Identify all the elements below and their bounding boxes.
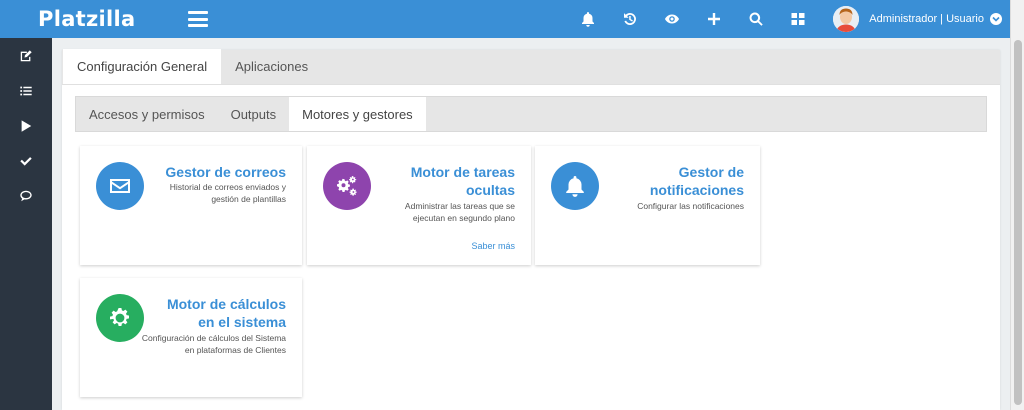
bell-icon[interactable] — [567, 0, 609, 38]
card-title: Motor de cálculos en el sistema — [166, 296, 286, 330]
card-motor-de-calculos[interactable]: Motor de cálculos en el sistema Configur… — [80, 278, 302, 397]
avatar — [833, 6, 860, 32]
scrollbar-thumb[interactable] — [1014, 40, 1022, 405]
card-title: Gestor de notificaciones — [649, 164, 744, 198]
vertical-scrollbar[interactable] — [1010, 0, 1024, 410]
menu-toggle-button[interactable] — [188, 11, 208, 27]
eye-icon[interactable] — [651, 0, 693, 38]
main-panel: Configuración General Aplicaciones Acces… — [62, 49, 1000, 410]
card-description: Administrar las tareas que se ejecutan e… — [404, 201, 515, 223]
gears-icon — [323, 162, 371, 210]
sidebar — [0, 38, 52, 410]
search-icon[interactable] — [735, 0, 777, 38]
user-name: Administrador | Usuario — [869, 13, 984, 25]
play-icon — [21, 119, 32, 132]
card-title: Gestor de correos — [165, 164, 286, 180]
sidebar-item-edit[interactable] — [0, 38, 52, 73]
grid-icon[interactable] — [777, 0, 819, 38]
chat-icon — [20, 190, 32, 201]
card-motor-de-tareas-ocultas[interactable]: Motor de tareas ocultas Administrar las … — [307, 146, 531, 265]
app-logo[interactable]: Platzilla — [0, 7, 160, 31]
tab-configuracion-general[interactable]: Configuración General — [63, 49, 222, 84]
tab-accesos-y-permisos[interactable]: Accesos y permisos — [76, 97, 218, 131]
edit-icon — [20, 49, 32, 61]
card-description: Historial de correos enviados y gestión … — [169, 182, 286, 204]
secondary-tabs: Accesos y permisos Outputs Motores y ges… — [75, 96, 987, 132]
history-icon[interactable] — [609, 0, 651, 38]
bell-icon — [551, 162, 599, 210]
tab-aplicaciones[interactable]: Aplicaciones — [221, 49, 322, 84]
tab-motores-y-gestores[interactable]: Motores y gestores — [289, 97, 426, 131]
top-bar: Platzilla Administrador | Usuario — [0, 0, 1010, 38]
plus-icon[interactable] — [693, 0, 735, 38]
user-menu[interactable]: Administrador | Usuario — [833, 6, 1010, 32]
saber-mas-link[interactable]: Saber más — [471, 241, 515, 251]
sidebar-item-check[interactable] — [0, 143, 52, 178]
list-icon — [20, 86, 32, 95]
card-description: Configurar las notificaciones — [637, 201, 744, 211]
sidebar-item-play[interactable] — [0, 108, 52, 143]
card-description: Configuración de cálculos del Sistema en… — [141, 333, 286, 355]
tab-outputs[interactable]: Outputs — [218, 97, 290, 131]
card-gestor-de-correos[interactable]: Gestor de correos Historial de correos e… — [80, 146, 302, 265]
chevron-down-icon[interactable] — [990, 13, 1002, 25]
card-title: Motor de tareas ocultas — [410, 164, 515, 198]
sidebar-item-list[interactable] — [0, 73, 52, 108]
primary-tabs: Configuración General Aplicaciones — [62, 49, 1000, 85]
sidebar-item-chat[interactable] — [0, 178, 52, 213]
envelope-icon — [96, 162, 144, 210]
check-icon — [20, 156, 32, 166]
card-gestor-de-notificaciones[interactable]: Gestor de notificaciones Configurar las … — [535, 146, 760, 265]
